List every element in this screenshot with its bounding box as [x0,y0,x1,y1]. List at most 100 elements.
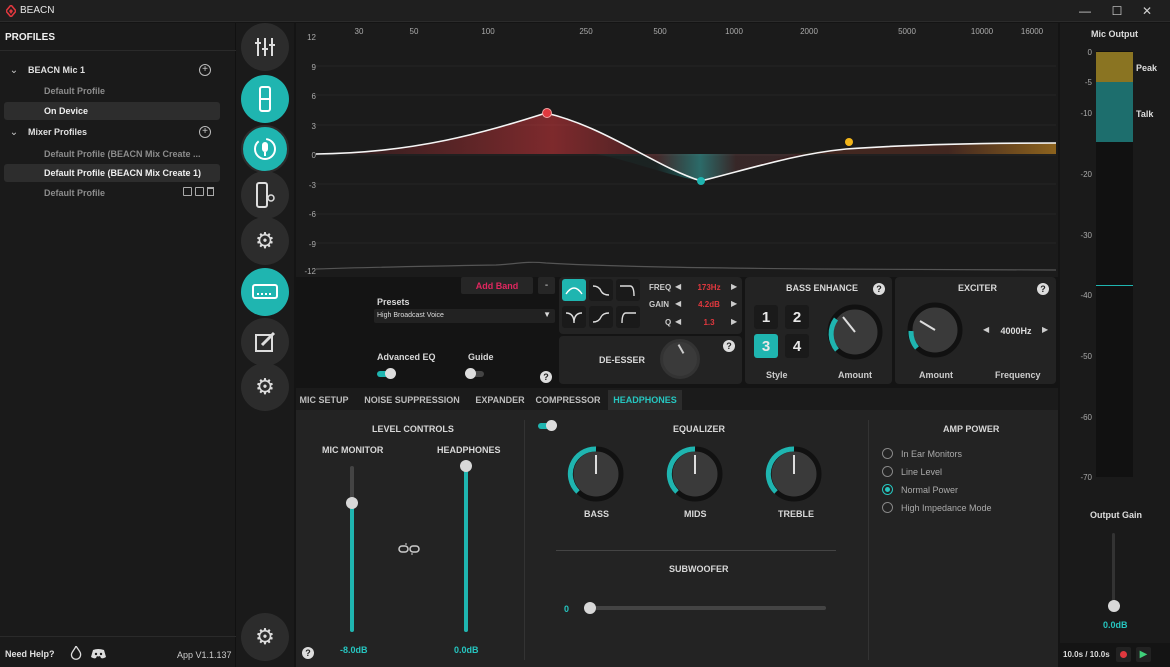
link-icon[interactable] [398,542,420,556]
eq-graph[interactable]: 12 9 6 3 0 -3 -6 -9 -12 30 50 100 250 500 1000 2000 500… [296,23,1058,277]
band-handle-teal[interactable] [697,177,705,185]
style-button-3[interactable]: 3 [754,334,778,358]
edit-button[interactable] [241,318,289,366]
radio-line-level[interactable] [882,466,893,477]
q-increment[interactable]: ▶ [731,317,737,326]
notch-filter-button[interactable] [562,306,586,328]
group-mixer-profiles[interactable]: ⌄ Mixer Profiles [4,123,220,141]
discord-icon[interactable] [91,648,106,659]
guide-toggle[interactable] [465,368,484,379]
bass-amount-knob[interactable] [826,303,884,361]
mids-label: MIDS [684,509,707,519]
gain-increment[interactable]: ▶ [731,299,737,308]
treble-knob[interactable] [765,445,823,503]
advanced-eq-toggle[interactable] [377,368,396,379]
mic-device-button[interactable] [241,75,289,123]
low-shelf-button[interactable] [589,279,613,301]
mic-output-meter-panel: Mic Output 0 -5 -10 -20 -30 -40 -50 -60 -70 Peak… [1060,23,1170,667]
style-button-1[interactable]: 1 [754,305,778,329]
q-decrement[interactable]: ◀ [675,317,681,326]
exciter-amount-knob[interactable] [906,301,964,359]
add-profile-icon[interactable]: + [199,126,211,138]
tab-headphones[interactable]: HEADPHONES [608,390,682,410]
freq-increment[interactable]: ▶ [731,282,737,291]
mic-lighting-button[interactable] [241,171,289,219]
divider [0,50,236,51]
help-icon[interactable]: ? [723,340,735,352]
help-icon[interactable]: ? [1037,283,1049,295]
gain-value[interactable]: 4.2dB [687,300,731,309]
mids-knob[interactable] [666,445,724,503]
sliders-icon [255,38,275,56]
high-pass-button[interactable] [616,306,640,328]
subwoofer-slider[interactable] [584,602,596,614]
band-handle-red[interactable] [542,108,552,118]
mixer-button[interactable] [241,23,289,71]
help-icon[interactable]: ? [302,647,314,659]
presets-select[interactable]: High Broadcast Voice ▼ [374,309,555,323]
save-icon[interactable] [183,187,192,196]
peak-label: Peak [1136,63,1158,73]
bass-knob[interactable] [567,445,625,503]
play-button[interactable]: ▶ [1136,647,1151,662]
mic-settings-button[interactable] [241,125,289,173]
exciter-freq-increment[interactable]: ▶ [1042,325,1048,334]
radio-normal-power[interactable] [882,484,893,495]
meter-tick-label: -70 [1080,473,1092,482]
freq-decrement[interactable]: ◀ [675,282,681,291]
headphones-slider[interactable] [460,460,472,472]
app-settings-button[interactable]: ⚙ [241,613,289,661]
trash-icon[interactable] [207,187,214,196]
tab-mic-setup[interactable]: MIC SETUP [296,390,352,410]
x-tick-label: 10000 [970,27,994,36]
gear-icon: ⚙ [255,374,275,399]
profile-item[interactable]: Default Profile [4,82,220,100]
style-button-2[interactable]: 2 [785,305,809,329]
x-tick-label: 5000 [898,27,916,36]
profile-item-selected[interactable]: Default Profile (BEACN Mix Create 1) [4,164,220,182]
tab-expander[interactable]: EXPANDER [472,390,528,410]
freq-value[interactable]: 173Hz [687,283,731,292]
amp-power-label: AMP POWER [943,424,1000,434]
device-settings-button[interactable]: ⚙ [241,217,289,265]
equalizer-toggle[interactable] [538,420,557,431]
mic-monitor-slider[interactable] [346,496,358,509]
mixer-settings-button[interactable]: ⚙ [241,363,289,411]
add-band-button[interactable]: Add Band [461,277,533,294]
output-gain-value: 0.0dB [1103,620,1128,630]
help-icon[interactable]: ? [873,283,885,295]
close-button[interactable]: ✕ [1124,0,1170,22]
record-button[interactable] [1116,647,1131,662]
group-beacn-mic[interactable]: ⌄ BEACN Mic 1 [4,61,220,79]
low-pass-button[interactable] [616,279,640,301]
profile-item-selected[interactable]: On Device [4,102,220,120]
exciter-frequency-value[interactable]: 4000Hz [993,326,1039,336]
band-handle-yellow[interactable] [845,138,853,146]
radio-label: In Ear Monitors [901,449,963,459]
style-button-4[interactable]: 4 [785,334,809,358]
mix-create-button[interactable] [241,268,289,316]
radio-in-ear-monitors[interactable] [882,448,893,459]
help-icon[interactable]: ? [540,371,552,383]
transport-bar: 10.0s / 10.0s ▶ [1060,643,1170,667]
mic-monitor-label: MIC MONITOR [322,445,384,455]
copy-icon[interactable] [195,187,204,196]
threshold-line [1096,285,1133,286]
remove-band-button[interactable]: - [538,277,555,294]
high-shelf-button[interactable] [589,306,613,328]
beacn-flame-icon[interactable] [70,646,82,660]
tab-compressor[interactable]: COMPRESSOR [532,390,604,410]
tab-noise-suppression[interactable]: NOISE SUPPRESSION [356,390,468,410]
radio-high-impedance[interactable] [882,502,893,513]
eq-curve-plot[interactable] [316,37,1056,273]
profile-item[interactable]: Default Profile (BEACN Mix Create ... [4,145,220,163]
q-value[interactable]: 1.3 [687,318,731,327]
gear-icon: ⚙ [255,228,275,253]
output-gain-slider[interactable] [1108,600,1120,612]
exciter-freq-decrement[interactable]: ◀ [983,325,989,334]
need-help-link[interactable]: Need Help? [5,649,55,659]
gain-decrement[interactable]: ◀ [675,299,681,308]
de-esser-knob[interactable] [660,339,700,379]
peak-filter-button[interactable] [562,279,586,301]
add-profile-icon[interactable]: + [199,64,211,76]
